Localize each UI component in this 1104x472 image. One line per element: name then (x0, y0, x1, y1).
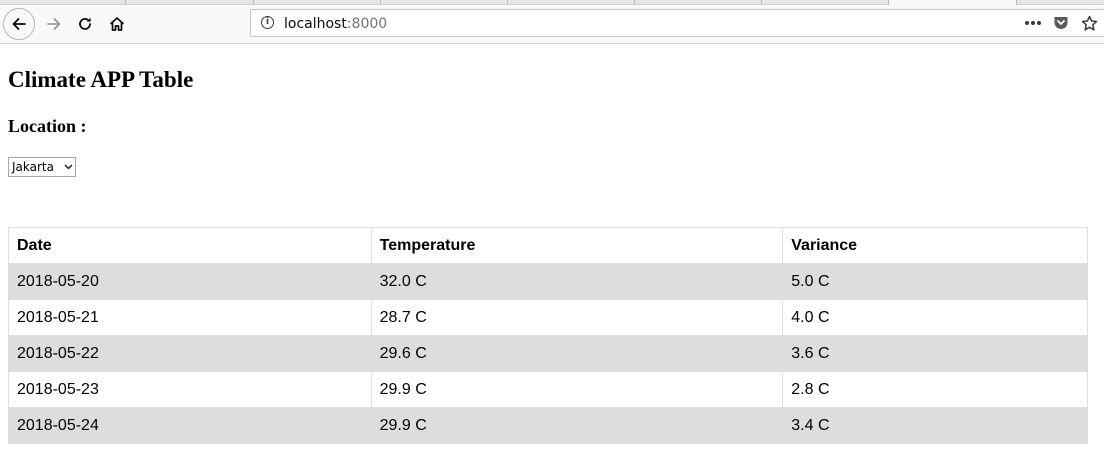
url-bar[interactable]: i localhost:8000 (250, 9, 1104, 37)
cell-temperature: 29.9 C (370, 371, 784, 408)
url-host: localhost (284, 16, 347, 32)
table-row: 2018-05-22 29.6 C 3.6 C (8, 335, 1088, 372)
cell-temperature: 29.9 C (370, 407, 784, 444)
tab-separator (253, 0, 254, 4)
home-button[interactable] (101, 8, 133, 40)
cell-variance: 3.6 C (782, 335, 1088, 372)
tab-separator (380, 0, 381, 4)
navigation-toolbar: i localhost:8000 (0, 5, 1104, 44)
more-actions-button[interactable] (1019, 10, 1047, 36)
url-text[interactable]: localhost:8000 (284, 16, 387, 32)
column-header-temperature: Temperature (370, 227, 784, 264)
more-actions-icon (1025, 21, 1041, 25)
info-icon[interactable]: i (261, 16, 274, 29)
url-port: :8000 (346, 16, 388, 32)
location-select[interactable]: Jakarta (8, 157, 76, 177)
column-header-variance: Variance (782, 227, 1088, 264)
pocket-icon (1054, 17, 1068, 29)
table-row: 2018-05-20 32.0 C 5.0 C (8, 263, 1088, 300)
cell-variance: 5.0 C (782, 263, 1088, 300)
climate-table: Date Temperature Variance 2018-05-20 32.… (8, 227, 1088, 444)
pocket-button[interactable] (1047, 10, 1075, 36)
cell-date: 2018-05-21 (8, 299, 372, 336)
back-button[interactable] (3, 8, 35, 40)
cell-date: 2018-05-22 (8, 335, 372, 372)
cell-date: 2018-05-20 (8, 263, 372, 300)
bookmark-star-icon (1081, 15, 1097, 31)
table-row: 2018-05-24 29.9 C 3.4 C (8, 407, 1088, 444)
table-header-row: Date Temperature Variance (8, 227, 1088, 264)
cell-variance: 3.4 C (782, 407, 1088, 444)
tab-separator (634, 0, 635, 4)
home-icon (109, 17, 125, 31)
page-content: Climate APP Table Location : Jakarta Dat… (0, 44, 1104, 472)
page-actions (1019, 10, 1103, 36)
page-title: Climate APP Table (8, 67, 194, 92)
forward-arrow-icon (47, 18, 61, 30)
column-header-date: Date (8, 227, 372, 264)
cell-temperature: 28.7 C (370, 299, 784, 336)
cell-date: 2018-05-24 (8, 407, 372, 444)
reload-button[interactable] (69, 8, 101, 40)
cell-temperature: 29.6 C (370, 335, 784, 372)
tab-separator (507, 0, 508, 4)
cell-variance: 4.0 C (782, 299, 1088, 336)
back-arrow-icon (12, 18, 26, 30)
chevron-down-icon (61, 164, 75, 170)
cell-temperature: 32.0 C (370, 263, 784, 300)
forward-button[interactable] (38, 8, 70, 40)
tab-separator (761, 0, 762, 4)
cell-date: 2018-05-23 (8, 371, 372, 408)
location-label: Location : (8, 116, 87, 136)
location-select-value: Jakarta (12, 160, 54, 174)
cell-variance: 2.8 C (782, 371, 1088, 408)
tab-separator (125, 0, 126, 4)
reload-icon (79, 17, 91, 30)
bookmark-button[interactable] (1075, 10, 1103, 36)
table-row: 2018-05-23 29.9 C 2.8 C (8, 371, 1088, 408)
table-row: 2018-05-21 28.7 C 4.0 C (8, 299, 1088, 336)
